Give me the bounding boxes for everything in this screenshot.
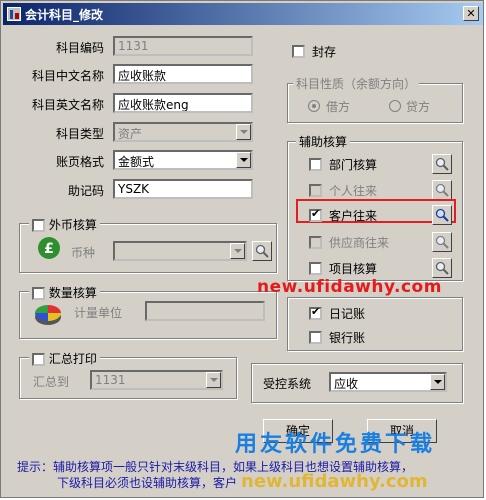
title-bar[interactable]: 会计科目_修改 ✕ [3, 3, 483, 25]
close-button[interactable]: ✕ [463, 6, 479, 21]
en-name-label: 科目英文名称 [31, 98, 104, 112]
bank-ledger-label: 银行账 [329, 331, 366, 345]
type-select[interactable]: 资产 [113, 122, 253, 142]
aux-dept-search-button[interactable] [432, 154, 452, 174]
aux-dept-label: 部门核算 [329, 158, 378, 172]
aux-personal-search-button[interactable] [432, 180, 452, 200]
summary-print-checkbox[interactable] [32, 353, 45, 366]
chevron-down-icon[interactable] [206, 372, 221, 388]
debit-radio[interactable] [308, 100, 320, 112]
aux-project-label: 项目核算 [329, 262, 378, 276]
daily-ledger-label: 日记账 [329, 307, 366, 321]
aux-supplier-label: 供应商往来 [329, 236, 390, 250]
aux-personal-checkbox[interactable] [309, 184, 322, 197]
quantity-header: 数量核算 [29, 284, 100, 301]
foreign-currency-header: 外币核算 [29, 216, 100, 233]
format-value: 金额式 [118, 155, 155, 169]
account-edit-dialog: 会计科目_修改 ✕ 科目编码 1131 科目中文名称 应收账款 科目英文名称 应… [0, 0, 484, 498]
control-system-value: 应收 [334, 377, 359, 391]
seal-label: 封存 [312, 45, 337, 59]
aux-project-search-button[interactable] [432, 258, 452, 278]
app-icon [7, 7, 21, 21]
seal-checkbox[interactable] [292, 45, 305, 58]
aux-personal-label: 个人往来 [329, 184, 378, 198]
cn-name-label: 科目中文名称 [31, 69, 104, 83]
search-icon [435, 183, 449, 197]
chevron-down-icon[interactable] [230, 243, 245, 259]
format-select[interactable]: 金额式 [113, 150, 253, 170]
summary-to-select[interactable]: 1131 [90, 370, 223, 390]
currency-search-button[interactable] [252, 241, 272, 261]
search-icon [435, 235, 449, 249]
aux-customer-search-button[interactable] [432, 205, 452, 225]
debit-label: 借方 [326, 100, 351, 114]
code-field[interactable]: 1131 [113, 36, 253, 56]
aux-project-checkbox[interactable] [309, 262, 322, 275]
chevron-down-icon[interactable] [430, 374, 445, 390]
search-icon [435, 261, 449, 275]
en-name-field[interactable]: 应收账款eng [113, 93, 253, 113]
svg-text:£: £ [44, 241, 54, 257]
watermark-brand: 用友软件免费下载 [235, 432, 436, 457]
aux-customer-label: 客户往来 [329, 209, 378, 223]
aux-supplier-checkbox[interactable] [309, 236, 322, 249]
credit-label: 贷方 [406, 100, 431, 114]
search-icon [435, 157, 449, 171]
nature-title: 科目性质（余额方向） [293, 75, 420, 92]
pie-chart-icon [35, 305, 61, 325]
quantity-title: 数量核算 [48, 286, 97, 300]
summary-print-header: 汇总打印 [29, 350, 100, 367]
unit-label: 计量单位 [74, 306, 123, 320]
summary-to-value: 1131 [95, 373, 126, 387]
type-label: 科目类型 [55, 127, 104, 141]
currency-label: 币种 [71, 246, 96, 260]
watermark-url-red: new.ufidawhy.com [257, 277, 442, 297]
aux-supplier-search-button[interactable] [432, 232, 452, 252]
summary-to-label: 汇总到 [33, 375, 70, 389]
credit-radio[interactable] [389, 100, 401, 112]
aux-customer-checkbox[interactable] [309, 207, 322, 222]
type-value: 资产 [118, 127, 143, 141]
mnemonic-label: 助记码 [67, 184, 104, 198]
control-system-label: 受控系统 [263, 377, 312, 391]
aux-dept-checkbox[interactable] [309, 158, 322, 171]
daily-ledger-checkbox[interactable] [309, 305, 322, 320]
code-label: 科目编码 [55, 41, 104, 55]
control-system-select[interactable]: 应收 [329, 372, 447, 392]
quantity-checkbox[interactable] [32, 287, 45, 300]
currency-icon: £ [38, 237, 60, 259]
search-icon [435, 208, 449, 222]
cn-name-field[interactable]: 应收账款 [113, 64, 253, 84]
summary-print-title: 汇总打印 [48, 352, 97, 366]
foreign-currency-checkbox[interactable] [32, 219, 45, 232]
chevron-down-icon[interactable] [236, 124, 251, 140]
bank-ledger-checkbox[interactable] [309, 331, 322, 344]
mnemonic-field[interactable]: YSZK [113, 179, 253, 199]
currency-select[interactable] [113, 241, 247, 261]
aux-title: 辅助核算 [296, 133, 351, 150]
chevron-down-icon[interactable] [236, 152, 251, 168]
format-label: 账页格式 [55, 155, 104, 169]
watermark-url-yellow: new.ufidawhy.com [241, 471, 428, 492]
window-title: 会计科目_修改 [25, 8, 104, 22]
foreign-currency-title: 外币核算 [48, 218, 97, 232]
unit-field[interactable] [145, 301, 265, 321]
search-icon [255, 244, 269, 258]
